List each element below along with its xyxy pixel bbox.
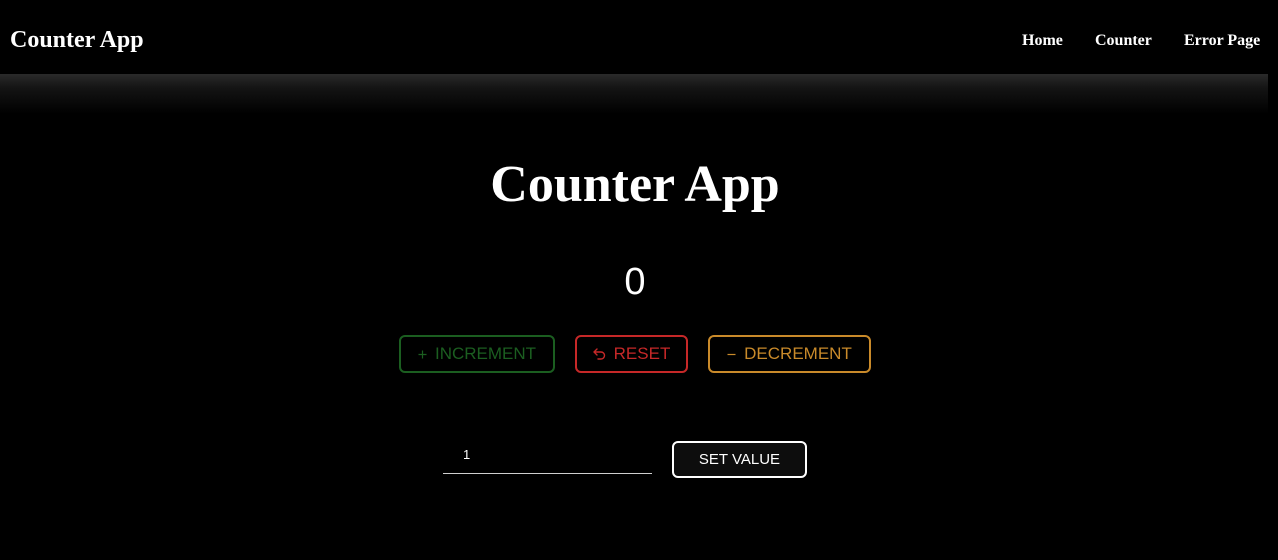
set-value-button[interactable]: SET VALUE	[672, 441, 807, 478]
brand-title[interactable]: Counter App	[10, 26, 144, 54]
page-title: Counter App	[490, 156, 780, 213]
nav-link-error-page[interactable]: Error Page	[1184, 32, 1260, 50]
plus-icon	[418, 350, 427, 359]
decrement-label: DECREMENT	[744, 344, 852, 363]
reset-label: RESET	[613, 344, 671, 363]
increment-button[interactable]: INCREMENT	[399, 335, 555, 373]
nav-link-counter[interactable]: Counter	[1095, 32, 1152, 50]
minus-icon	[727, 350, 736, 359]
increment-label: INCREMENT	[434, 344, 537, 363]
set-value-input[interactable]	[463, 445, 643, 463]
set-value-field[interactable]	[443, 440, 652, 474]
counter-value: 0	[624, 261, 646, 303]
decrement-button[interactable]: DECREMENT	[708, 335, 871, 373]
nav-link-home[interactable]: Home	[1022, 32, 1063, 50]
navbar: Counter App Home Counter Error Page	[0, 0, 1278, 74]
page: Counter App Home Counter Error Page Coun…	[0, 0, 1278, 560]
scrollbar[interactable]	[1268, 0, 1278, 560]
undo-icon	[592, 348, 606, 360]
reset-button[interactable]: RESET	[575, 335, 688, 373]
navbar-shadow	[0, 74, 1278, 114]
